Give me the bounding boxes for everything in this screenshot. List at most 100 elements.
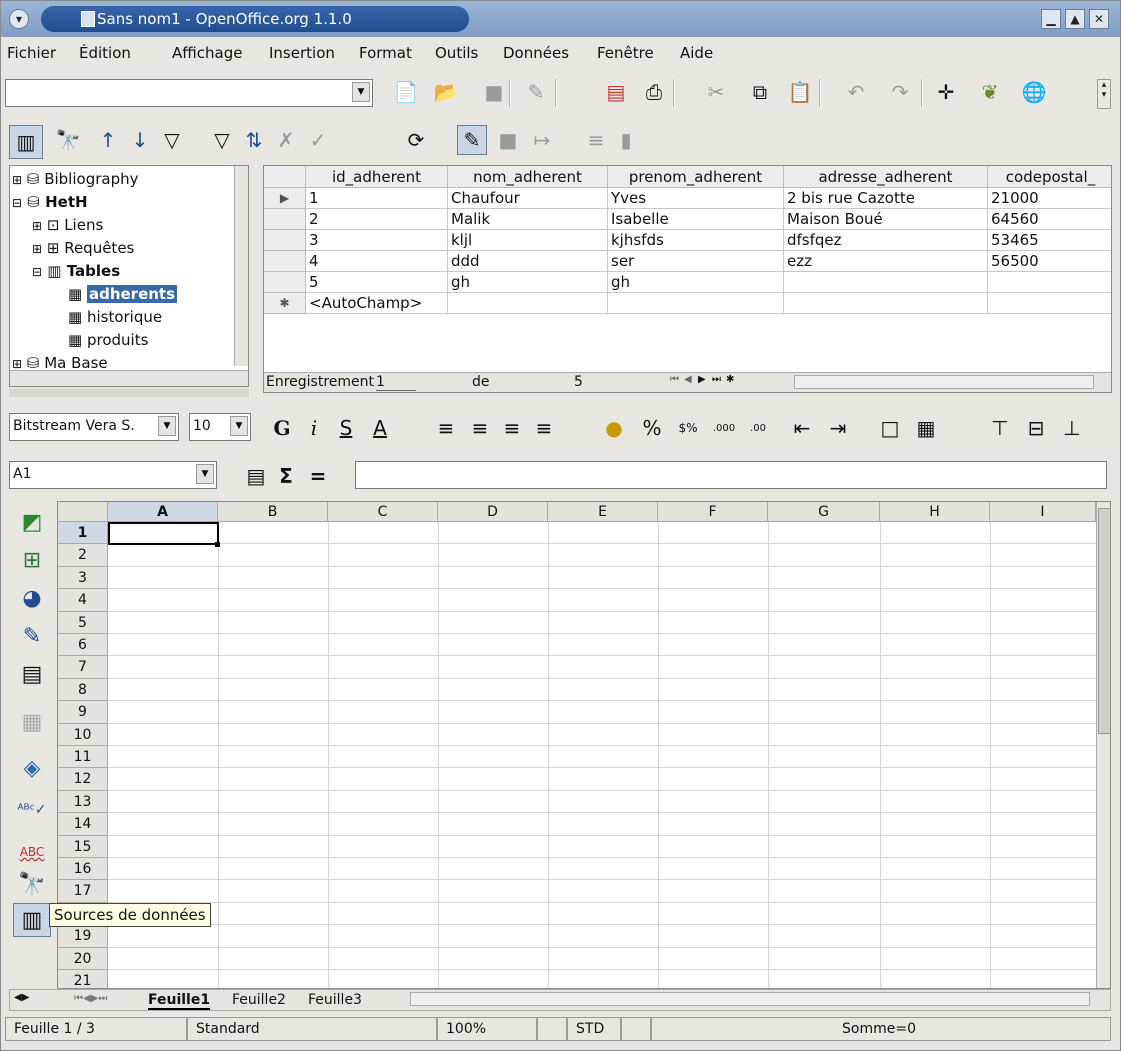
row-header[interactable]: 10 xyxy=(58,723,108,746)
new-document-icon[interactable]: 📄 xyxy=(391,77,421,107)
row-header[interactable]: 11 xyxy=(58,746,108,769)
copy-icon[interactable]: ⧉ xyxy=(745,77,775,107)
bold-icon[interactable]: G xyxy=(267,413,297,443)
chevron-down-icon[interactable]: ▼ xyxy=(230,416,248,436)
grid-column-header[interactable]: prenom_adherent xyxy=(608,166,784,188)
align-center-icon[interactable]: ≡ xyxy=(465,413,495,443)
edit-autofilter-icon[interactable]: ▦ xyxy=(13,705,51,739)
tree-vertical-scrollbar[interactable] xyxy=(234,166,248,366)
grid-cell[interactable]: kjhsfds xyxy=(608,230,784,251)
row-header[interactable]: 15 xyxy=(58,835,108,858)
row-header[interactable] xyxy=(264,251,306,272)
expand-icon[interactable]: ⊞ xyxy=(32,242,42,256)
column-header[interactable]: E xyxy=(548,502,658,522)
grid-cell[interactable] xyxy=(784,293,988,314)
column-header[interactable]: C xyxy=(328,502,438,522)
sort-ascending-icon[interactable]: ↑ xyxy=(93,125,123,155)
tree-item-historique[interactable]: ▦ historique xyxy=(68,308,162,326)
tree-item-heth[interactable]: ⊟ ⛁ HetH xyxy=(12,193,88,211)
row-header[interactable]: 20 xyxy=(58,947,108,970)
chevron-down-icon[interactable]: ▼ xyxy=(352,82,370,102)
grid-cell[interactable]: 64560 xyxy=(988,209,1111,230)
sheet-vertical-scrollbar[interactable] xyxy=(1096,502,1110,988)
navigator-icon[interactable]: ✛ xyxy=(931,77,961,107)
row-header[interactable]: 13 xyxy=(58,790,108,814)
tree-item-adherents[interactable]: ▦ adherents xyxy=(68,285,178,303)
auto-spellcheck-icon[interactable]: ABC xyxy=(13,835,51,869)
italic-icon[interactable]: i xyxy=(299,413,329,443)
tree-item-produits[interactable]: ▦ produits xyxy=(68,331,148,349)
sort-icon[interactable]: ⇅ xyxy=(239,125,269,155)
row-header[interactable]: 14 xyxy=(58,813,108,836)
explorer-toggle-icon[interactable]: ▥ xyxy=(9,125,43,159)
grid-cell[interactable] xyxy=(988,293,1111,314)
sheet-tab[interactable]: Feuille2 xyxy=(232,992,286,1008)
grid-cell[interactable]: Yves xyxy=(608,188,784,209)
find-record-icon[interactable]: 🔭 xyxy=(53,125,83,155)
autoformat-icon[interactable]: ◈ xyxy=(13,751,51,785)
status-mode[interactable]: STD xyxy=(567,1017,621,1041)
hyperlink-icon[interactable]: 🌐 xyxy=(1019,77,1049,107)
save-icon[interactable]: ■ xyxy=(479,77,509,107)
insert-object-icon[interactable]: ◕ xyxy=(13,581,51,615)
menu-affichage[interactable]: Affichage xyxy=(172,44,242,62)
justify-icon[interactable]: ≡ xyxy=(529,413,559,443)
sheet-tab[interactable]: Feuille3 xyxy=(308,992,362,1008)
insert-icon[interactable]: ◩ xyxy=(13,505,51,539)
find-replace-icon[interactable]: 🔭 xyxy=(13,867,51,901)
insert-cells-icon[interactable]: ⊞ xyxy=(13,543,51,577)
spellcheck-icon[interactable]: ᴬᴮᶜ✓ xyxy=(13,793,51,827)
grid-cell[interactable]: Malik xyxy=(448,209,608,230)
currency-format-icon[interactable]: ● xyxy=(599,413,629,443)
decrease-indent-icon[interactable]: ⇤ xyxy=(787,413,817,443)
expand-icon[interactable]: ⊞ xyxy=(32,219,42,233)
menu-donnees[interactable]: Données xyxy=(503,44,569,62)
grid-column-header[interactable]: nom_adherent xyxy=(448,166,608,188)
open-folder-icon[interactable]: 📂 xyxy=(431,77,461,107)
background-color-icon[interactable]: ▦ xyxy=(911,413,941,443)
grid-cell[interactable]: Isabelle xyxy=(608,209,784,230)
chevron-down-icon[interactable]: ▼ xyxy=(158,416,176,436)
column-header[interactable]: B xyxy=(218,502,328,522)
data-to-text-icon[interactable]: ↦ xyxy=(527,125,557,155)
export-pdf-icon[interactable]: ▤ xyxy=(601,77,631,107)
new-record-nav-icon[interactable]: ✱ xyxy=(726,374,734,385)
collapse-icon[interactable]: ⊟ xyxy=(32,265,42,279)
form-functions-icon[interactable]: ▤ xyxy=(13,657,51,691)
font-size-combo[interactable]: 10 ▼ xyxy=(189,413,251,441)
tree-horizontal-scrollbar[interactable] xyxy=(10,370,248,386)
menu-aide[interactable]: Aide xyxy=(680,44,713,62)
next-record-icon[interactable]: ▶ xyxy=(698,374,706,385)
font-color-icon[interactable]: A xyxy=(365,413,395,443)
data-to-fields-icon[interactable]: ≡ xyxy=(581,125,611,155)
close-button[interactable]: ✕ xyxy=(1089,9,1109,29)
standard-format-icon[interactable]: $% xyxy=(673,413,703,443)
minimize-button[interactable]: ▁ xyxy=(1041,9,1061,29)
row-header[interactable]: 12 xyxy=(58,768,108,791)
row-header[interactable] xyxy=(264,230,306,251)
first-record-icon[interactable]: ⏮ xyxy=(670,374,679,385)
menu-edition[interactable]: Édition xyxy=(79,44,131,62)
print-icon[interactable]: ⎙ xyxy=(639,77,669,107)
apply-filter-icon[interactable]: ✓ xyxy=(303,125,333,155)
grid-column-header[interactable]: id_adherent xyxy=(306,166,448,188)
grid-cell[interactable]: 4 xyxy=(306,251,448,272)
grid-cell[interactable]: kljl xyxy=(448,230,608,251)
align-right-icon[interactable]: ≡ xyxy=(497,413,527,443)
menu-fenetre[interactable]: Fenêtre xyxy=(597,44,654,62)
new-record-icon[interactable]: ✱ xyxy=(264,293,306,314)
align-middle-icon[interactable]: ⊟ xyxy=(1021,413,1051,443)
column-header[interactable]: F xyxy=(658,502,768,522)
row-header[interactable] xyxy=(264,272,306,293)
remove-filter-icon[interactable]: ✗ xyxy=(271,125,301,155)
window-menu-button[interactable]: ▾ xyxy=(9,9,29,29)
vertical-scroll-thumb[interactable] xyxy=(1098,508,1110,734)
url-combo[interactable]: ▼ xyxy=(5,79,373,107)
maximize-button[interactable]: ▲ xyxy=(1065,9,1085,29)
row-header[interactable]: 7 xyxy=(58,656,108,679)
grid-cell[interactable]: 2 xyxy=(306,209,448,230)
name-box[interactable]: A1 ▼ xyxy=(9,461,217,489)
font-name-combo[interactable]: Bitstream Vera S. ▼ xyxy=(9,413,179,441)
grid-cell[interactable]: 3 xyxy=(306,230,448,251)
row-header[interactable]: 19 xyxy=(58,925,108,948)
